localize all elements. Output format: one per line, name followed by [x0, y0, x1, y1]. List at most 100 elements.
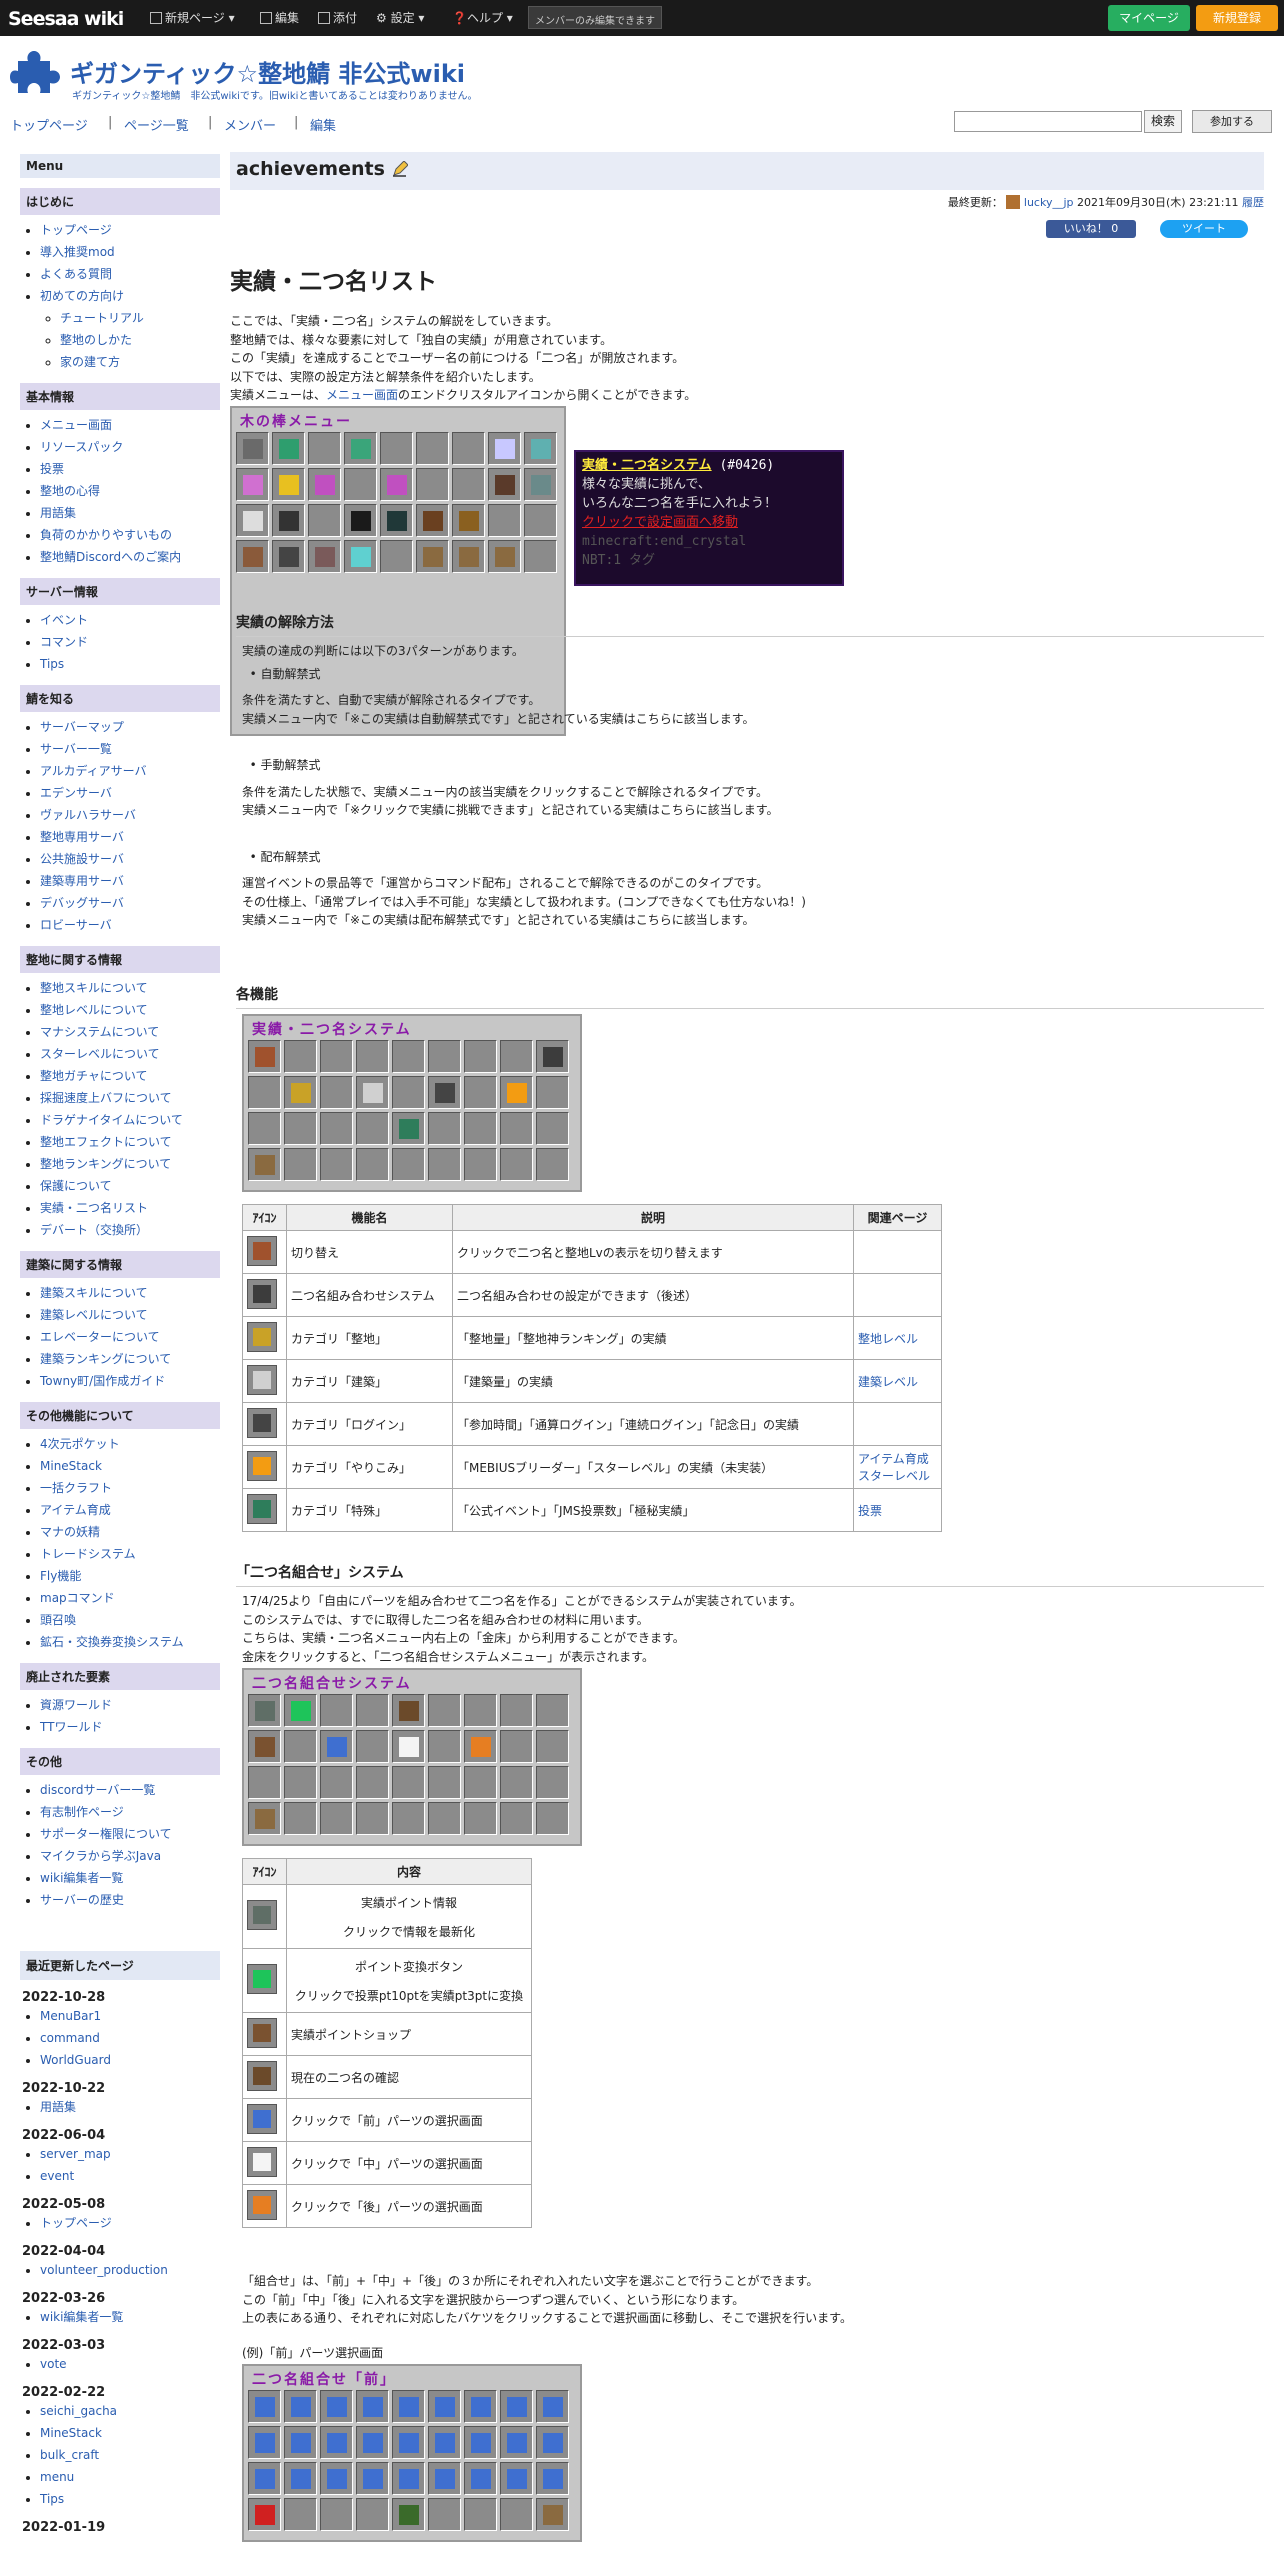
inventory-slot[interactable]: [284, 1802, 317, 1835]
inventory-slot[interactable]: [236, 540, 269, 573]
inventory-slot[interactable]: [356, 2390, 389, 2423]
sidebar-link[interactable]: MineStack: [40, 1459, 102, 1473]
sidebar-link[interactable]: discordサーバー一覧: [40, 1783, 155, 1797]
inventory-slot[interactable]: [392, 1730, 425, 1763]
inventory-slot[interactable]: [428, 1694, 461, 1727]
facebook-like-button[interactable]: いいね！ 0: [1046, 220, 1136, 238]
inventory-slot[interactable]: [500, 2426, 533, 2459]
inventory-slot[interactable]: [320, 1766, 353, 1799]
recent-link[interactable]: event: [40, 2169, 74, 2183]
inventory-slot[interactable]: [272, 432, 305, 465]
inventory-slot[interactable]: [500, 1694, 533, 1727]
register-button[interactable]: 新規登録: [1196, 5, 1278, 31]
edit-menu[interactable]: 編集: [260, 9, 299, 26]
menu-screen-link[interactable]: メニュー画面: [326, 388, 398, 402]
inventory-slot[interactable]: [392, 1694, 425, 1727]
seesaa-wiki-logo[interactable]: Seesaa wiki: [8, 8, 124, 30]
sidebar-link[interactable]: アルカディアサーバ: [40, 764, 147, 778]
inventory-slot[interactable]: [284, 2498, 317, 2531]
inventory-slot[interactable]: [344, 540, 377, 573]
inventory-slot[interactable]: [284, 1040, 317, 1073]
inventory-slot[interactable]: [536, 1730, 569, 1763]
inventory-slot[interactable]: [500, 1730, 533, 1763]
sidebar-link[interactable]: サーバー一覧: [40, 742, 112, 756]
inventory-slot[interactable]: [248, 2462, 281, 2495]
inventory-slot[interactable]: [248, 1148, 281, 1181]
sidebar-link[interactable]: コマンド: [40, 635, 88, 649]
inventory-slot[interactable]: [464, 1148, 497, 1181]
inventory-slot[interactable]: [524, 432, 557, 465]
recent-link[interactable]: WorldGuard: [40, 2053, 111, 2067]
inventory-slot[interactable]: [272, 504, 305, 537]
inventory-slot[interactable]: [452, 432, 485, 465]
sidebar-link[interactable]: 建築スキルについて: [40, 1286, 148, 1300]
sidebar-link[interactable]: トップページ: [40, 223, 112, 237]
sidebar-link[interactable]: デバート（交換所）: [40, 1223, 148, 1237]
author-link[interactable]: lucky__jp: [1024, 196, 1074, 209]
inventory-slot[interactable]: [428, 1040, 461, 1073]
inventory-slot[interactable]: [284, 1766, 317, 1799]
sidebar-link[interactable]: 投票: [40, 462, 64, 476]
inventory-slot[interactable]: [464, 1040, 497, 1073]
inventory-slot[interactable]: [464, 1802, 497, 1835]
recent-link[interactable]: wiki編集者一覧: [40, 2310, 123, 2324]
inventory-slot[interactable]: [320, 1694, 353, 1727]
inventory-slot[interactable]: [500, 2390, 533, 2423]
recent-link[interactable]: 用語集: [40, 2100, 76, 2114]
inventory-slot[interactable]: [392, 1076, 425, 1109]
sidebar-link[interactable]: チュートリアル: [60, 311, 144, 325]
inventory-slot[interactable]: [428, 1766, 461, 1799]
inventory-slot[interactable]: [380, 540, 413, 573]
sidebar-link[interactable]: 用語集: [40, 506, 76, 520]
inventory-slot[interactable]: [284, 1148, 317, 1181]
inventory-slot[interactable]: [380, 504, 413, 537]
inventory-slot[interactable]: [416, 468, 449, 501]
sidebar-link[interactable]: 一括クラフト: [40, 1481, 112, 1495]
recent-link[interactable]: MineStack: [40, 2426, 102, 2440]
nav-edit[interactable]: 編集: [310, 115, 336, 134]
sidebar-link[interactable]: リソースパック: [40, 440, 123, 454]
inventory-slot[interactable]: [536, 1076, 569, 1109]
sidebar-link[interactable]: wiki編集者一覧: [40, 1871, 123, 1885]
sidebar-link[interactable]: よくある質問: [40, 267, 112, 281]
inventory-slot[interactable]: [392, 1148, 425, 1181]
inventory-slot[interactable]: [356, 1040, 389, 1073]
inventory-slot[interactable]: [428, 2426, 461, 2459]
recent-link[interactable]: seichi_gacha: [40, 2404, 117, 2418]
sidebar-link[interactable]: 公共施設サーバ: [40, 852, 124, 866]
recent-link[interactable]: command: [40, 2031, 100, 2045]
inventory-slot[interactable]: [464, 2390, 497, 2423]
inventory-slot[interactable]: [344, 432, 377, 465]
inventory-slot[interactable]: [500, 2498, 533, 2531]
inventory-slot[interactable]: [428, 1148, 461, 1181]
sidebar-link[interactable]: イベント: [40, 613, 88, 627]
sidebar-link[interactable]: 整地の心得: [40, 484, 100, 498]
sidebar-link[interactable]: 導入推奨mod: [40, 245, 115, 259]
inventory-slot[interactable]: [536, 2426, 569, 2459]
inventory-slot[interactable]: [416, 540, 449, 573]
sidebar-link[interactable]: 実績・二つ名リスト: [40, 1201, 148, 1215]
help-menu[interactable]: ❓ヘルプ ▾: [452, 9, 513, 26]
inventory-slot[interactable]: [392, 1766, 425, 1799]
inventory-slot[interactable]: [464, 2498, 497, 2531]
sidebar-link[interactable]: マナシステムについて: [40, 1025, 159, 1039]
sidebar-link[interactable]: mapコマンド: [40, 1591, 115, 1605]
inventory-slot[interactable]: [248, 1766, 281, 1799]
tweet-button[interactable]: ツイート: [1160, 220, 1248, 238]
inventory-slot[interactable]: [248, 2390, 281, 2423]
search-input[interactable]: [954, 111, 1142, 132]
puzzle-logo-icon[interactable]: [10, 47, 60, 97]
inventory-slot[interactable]: [356, 1730, 389, 1763]
inventory-slot[interactable]: [392, 2498, 425, 2531]
inventory-slot[interactable]: [524, 468, 557, 501]
sidebar-link[interactable]: 整地スキルについて: [40, 981, 148, 995]
inventory-slot[interactable]: [536, 2390, 569, 2423]
inventory-slot[interactable]: [392, 1112, 425, 1145]
inventory-slot[interactable]: [392, 2426, 425, 2459]
sidebar-link[interactable]: 建築専用サーバ: [40, 874, 124, 888]
inventory-slot[interactable]: [356, 1112, 389, 1145]
sidebar-link[interactable]: トレードシステム: [40, 1547, 136, 1561]
inventory-slot[interactable]: [320, 1040, 353, 1073]
sidebar-link[interactable]: 初めての方向け: [40, 289, 124, 303]
inventory-slot[interactable]: [356, 1076, 389, 1109]
